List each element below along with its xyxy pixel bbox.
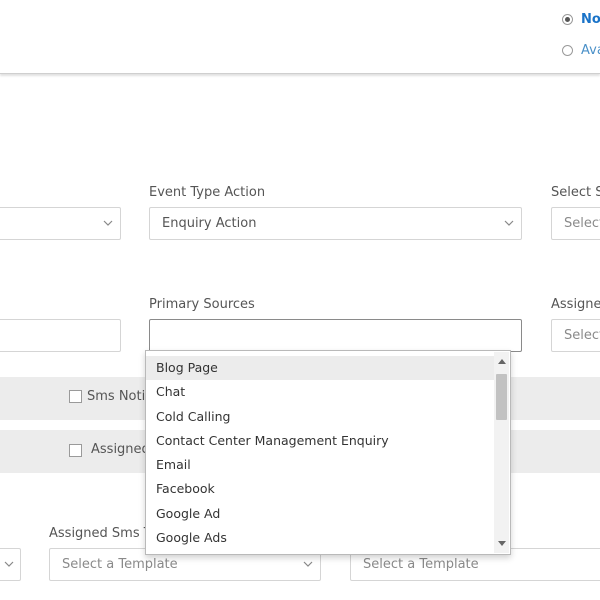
dropdown-item[interactable]: Chat	[146, 380, 494, 404]
sms-notification-label: Sms Noti	[87, 389, 146, 404]
chevron-down-icon	[102, 217, 114, 229]
radio-label-ava: Ava	[581, 43, 600, 58]
scroll-thumb[interactable]	[496, 374, 507, 420]
left-select-row1[interactable]	[0, 207, 121, 240]
dropdown-item[interactable]: Google Ads	[146, 526, 494, 550]
primary-sources-dropdown: Blog Page Chat Cold Calling Contact Cent…	[145, 350, 511, 555]
dropdown-item[interactable]: Email	[146, 453, 494, 477]
primary-sources-input[interactable]	[149, 319, 522, 352]
dropdown-item[interactable]: Cold Calling	[146, 405, 494, 429]
radio-option-no[interactable]: No	[562, 12, 600, 27]
chevron-down-icon	[302, 558, 314, 570]
dropdown-item[interactable]: Contact Center Management Enquiry	[146, 429, 494, 453]
second-template-placeholder: Select a Template	[363, 557, 479, 572]
scroll-down-arrow-icon[interactable]	[494, 537, 509, 551]
scroll-up-arrow-icon[interactable]	[494, 354, 509, 368]
dropdown-item[interactable]: Facebook	[146, 477, 494, 501]
assigned-right-label: Assigne	[551, 297, 600, 312]
radio-option-ava[interactable]: Ava	[562, 43, 600, 58]
event-type-action-value: Enquiry Action	[162, 216, 257, 231]
select-right-placeholder: Select	[564, 216, 600, 231]
dropdown-list: Blog Page Chat Cold Calling Contact Cent…	[146, 356, 494, 550]
dropdown-item[interactable]: Blog Page	[146, 356, 494, 381]
page: No Ava Event Type Action Enquiry Action …	[0, 0, 600, 600]
radio-button-unchecked[interactable]	[562, 45, 573, 56]
primary-sources-label: Primary Sources	[149, 297, 255, 312]
event-type-action-select[interactable]: Enquiry Action	[149, 207, 522, 240]
assigned-right-select[interactable]: Select	[551, 319, 600, 352]
dropdown-scrollbar[interactable]	[494, 352, 509, 553]
left-input-row2[interactable]	[0, 319, 121, 352]
select-right-select[interactable]: Select	[551, 207, 600, 240]
assigned-checkbox[interactable]	[69, 444, 82, 457]
event-type-action-label: Event Type Action	[149, 185, 266, 200]
left-select-row3[interactable]	[0, 548, 21, 581]
sms-notification-checkbox[interactable]	[69, 390, 82, 403]
assigned-sms-template-label: Assigned Sms T	[49, 526, 152, 541]
chevron-down-icon	[503, 217, 515, 229]
assigned-right-placeholder: Select	[564, 328, 600, 343]
dropdown-item[interactable]: Google Ad	[146, 502, 494, 526]
top-header: No Ava	[0, 0, 600, 74]
select-right-label: Select S	[551, 185, 600, 200]
radio-button-checked[interactable]	[562, 14, 573, 25]
radio-label-no: No	[581, 12, 600, 27]
assigned-label: Assigned	[91, 442, 150, 457]
assigned-sms-template-placeholder: Select a Template	[62, 557, 178, 572]
chevron-down-icon	[3, 558, 15, 570]
